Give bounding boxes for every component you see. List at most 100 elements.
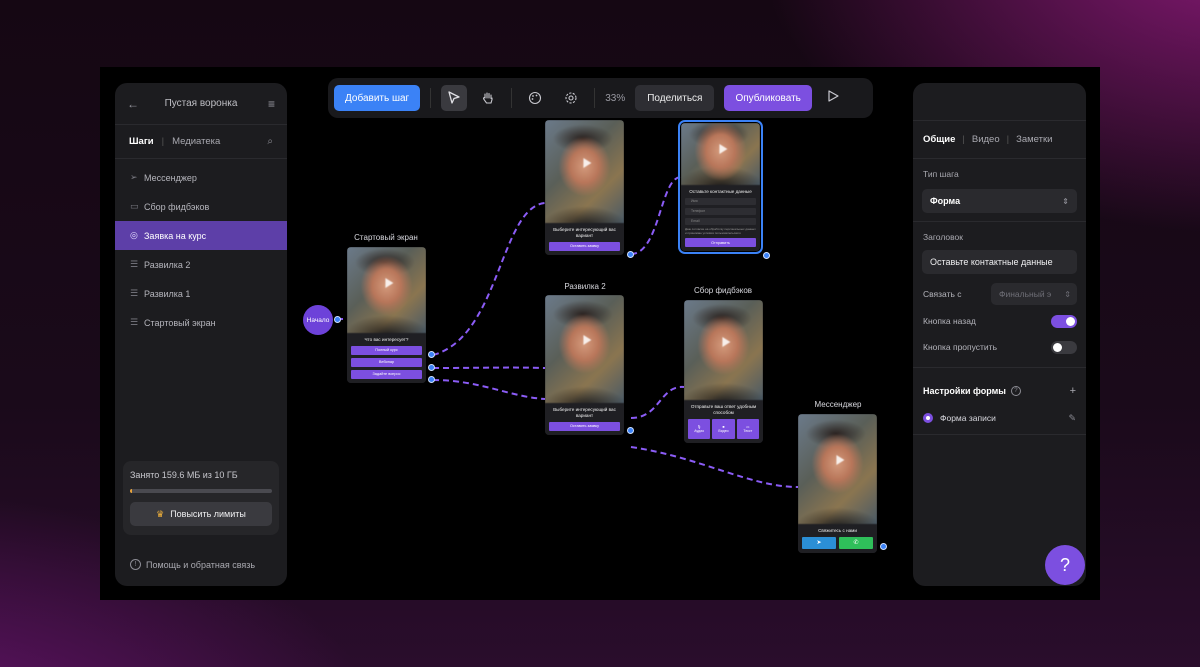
back-button-toggle[interactable] bbox=[1051, 314, 1077, 328]
whatsapp-icon[interactable]: ✆ bbox=[839, 536, 873, 549]
connection-fork2-to-messenger bbox=[630, 446, 799, 488]
form-field[interactable]: Имя bbox=[685, 197, 756, 205]
option-port[interactable] bbox=[627, 427, 634, 434]
menu-icon[interactable]: ≡ bbox=[261, 97, 275, 111]
node-title-start-screen: Стартовый экран bbox=[354, 233, 418, 242]
video-thumbnail bbox=[545, 295, 624, 403]
help-feedback-link[interactable]: ! Помощь и обратная связь bbox=[130, 559, 255, 570]
start-node[interactable]: Начало bbox=[303, 305, 333, 335]
video-thumbnail bbox=[684, 300, 763, 400]
node-question: Свяжитесь с нами bbox=[818, 528, 857, 533]
tab-general[interactable]: Общие bbox=[923, 134, 955, 145]
node-title-fork-2: Развилка 2 bbox=[564, 282, 606, 291]
submit-button[interactable]: Отправить bbox=[685, 238, 756, 248]
left-panel: ← Пустая воронка ≡ Шаги | Медиатека ⌕ ➢ М… bbox=[115, 83, 287, 586]
skip-button-label: Кнопка пропустить bbox=[923, 342, 997, 352]
step-type-label: Тип шага bbox=[923, 169, 959, 179]
list-icon: ☰ bbox=[130, 317, 139, 327]
play-icon bbox=[582, 158, 591, 169]
link-to-select[interactable]: Финальный э ⇕ bbox=[991, 283, 1077, 305]
toolbar-divider bbox=[511, 88, 513, 108]
heading-input[interactable]: Оставьте контактные данные bbox=[922, 250, 1077, 274]
telegram-icon[interactable]: ➤ bbox=[802, 536, 836, 549]
tab-media-library[interactable]: Медиатека bbox=[172, 136, 220, 147]
play-preview-icon[interactable] bbox=[826, 89, 840, 108]
node-question: Выберите интересующий вас вариант bbox=[553, 227, 616, 238]
back-arrow-icon[interactable]: ← bbox=[127, 97, 141, 111]
upgrade-limits-button[interactable]: ♛ Повысить лимиты bbox=[130, 502, 272, 526]
hand-icon[interactable] bbox=[475, 85, 501, 111]
step-item-fork-1[interactable]: ☰ Развилка 1 bbox=[115, 279, 287, 308]
option-button[interactable]: Задайте вопрос bbox=[351, 369, 422, 379]
add-step-button[interactable]: Добавить шаг bbox=[334, 85, 421, 111]
add-icon[interactable]: + bbox=[1070, 385, 1076, 397]
node-port[interactable] bbox=[880, 543, 887, 550]
skip-button-toggle[interactable] bbox=[1051, 340, 1077, 354]
help-button[interactable]: ? bbox=[1045, 545, 1085, 585]
node-messenger[interactable]: Свяжитесь с нами ➤ ✆ bbox=[798, 414, 877, 553]
video-thumbnail bbox=[798, 414, 877, 524]
form-field[interactable]: Телефон bbox=[685, 207, 756, 215]
step-label: Сбор фидбэков bbox=[144, 201, 210, 212]
option-button[interactable]: Полный курс bbox=[351, 345, 422, 355]
form-field[interactable]: Email bbox=[685, 217, 756, 225]
pointer-icon[interactable] bbox=[441, 85, 468, 111]
video-option[interactable]: ■ Видео bbox=[712, 418, 735, 439]
option-button[interactable]: Оставить заявку bbox=[549, 421, 620, 431]
option-port[interactable] bbox=[428, 376, 435, 383]
radio-selected-icon[interactable] bbox=[923, 413, 933, 423]
form-item-label: Форма записи bbox=[940, 413, 996, 423]
toggle-knob bbox=[1053, 342, 1062, 352]
node-fork-2[interactable]: Выберите интересующий вас вариант Остави… bbox=[545, 295, 624, 435]
edit-pencil-icon[interactable]: ✎ bbox=[1068, 413, 1076, 424]
step-label: Мессенджер bbox=[144, 172, 197, 183]
tab-notes[interactable]: Заметки bbox=[1016, 134, 1052, 145]
node-fork-1[interactable]: Выберите интересующий вас вариант Остави… bbox=[545, 120, 624, 255]
consent-text: Даю согласие на обработку персональных д… bbox=[685, 226, 756, 235]
app-window: Начало Стартовый экран Что вас интересуе… bbox=[100, 67, 1100, 600]
audio-option[interactable]: 🎙 Аудио bbox=[688, 418, 711, 439]
start-node-port[interactable] bbox=[334, 316, 341, 323]
connection-fork2-to-feedback bbox=[630, 385, 685, 419]
gear-icon[interactable] bbox=[558, 85, 584, 111]
play-icon bbox=[384, 278, 393, 289]
connection-question-to-fork2 bbox=[432, 379, 546, 400]
tab-steps[interactable]: Шаги bbox=[129, 136, 154, 147]
step-item-feedback[interactable]: ▭ Сбор фидбэков bbox=[115, 192, 287, 221]
link-to-value: Финальный э bbox=[999, 289, 1052, 299]
option-button[interactable]: Вебинар bbox=[351, 357, 422, 367]
step-item-start-screen[interactable]: ☰ Стартовый экран bbox=[115, 308, 287, 337]
step-type-select[interactable]: Форма ⇕ bbox=[922, 189, 1077, 213]
text-option[interactable]: ▭ Текст bbox=[736, 418, 759, 439]
share-button[interactable]: Поделиться bbox=[635, 85, 715, 111]
publish-button[interactable]: Опубликовать bbox=[724, 85, 812, 111]
node-course-form[interactable]: Оставьте контактные данные Имя Телефон E… bbox=[678, 119, 763, 255]
option-port[interactable] bbox=[627, 251, 634, 258]
node-title-messenger: Мессенджер bbox=[814, 400, 862, 409]
tab-divider: | bbox=[962, 134, 965, 145]
connection-course-to-fork1 bbox=[432, 202, 546, 356]
node-feedback[interactable]: Отправьте ваш ответ удобным способом 🎙 Ау… bbox=[684, 300, 763, 443]
option-port[interactable] bbox=[428, 364, 435, 371]
list-icon: ☰ bbox=[130, 288, 139, 298]
info-icon[interactable]: ? bbox=[1010, 386, 1021, 396]
info-icon: ! bbox=[130, 559, 141, 570]
right-panel-header bbox=[913, 83, 1086, 121]
search-icon[interactable]: ⌕ bbox=[267, 136, 273, 147]
toggle-knob bbox=[1066, 316, 1075, 326]
step-item-course-request[interactable]: ◎ Заявка на курс bbox=[115, 221, 287, 250]
option-port[interactable] bbox=[428, 351, 435, 358]
video-thumbnail bbox=[545, 120, 624, 223]
node-port[interactable] bbox=[763, 252, 770, 259]
list-icon: ☰ bbox=[130, 259, 139, 269]
form-settings-title: Настройки формы bbox=[923, 386, 1006, 396]
step-item-fork-2[interactable]: ☰ Развилка 2 bbox=[115, 250, 287, 279]
step-item-messenger[interactable]: ➢ Мессенджер bbox=[115, 163, 287, 192]
top-toolbar: Добавить шаг 33% Поделиться Опубликовать bbox=[328, 78, 873, 118]
palette-icon[interactable] bbox=[522, 85, 548, 111]
tab-video[interactable]: Видео bbox=[972, 134, 1000, 145]
option-button[interactable]: Оставить заявку bbox=[549, 241, 620, 251]
node-start-screen[interactable]: Что вас интересует? Полный курс Вебинар … bbox=[347, 247, 426, 383]
zoom-level[interactable]: 33% bbox=[605, 93, 625, 104]
option-label: Аудио bbox=[694, 428, 705, 433]
